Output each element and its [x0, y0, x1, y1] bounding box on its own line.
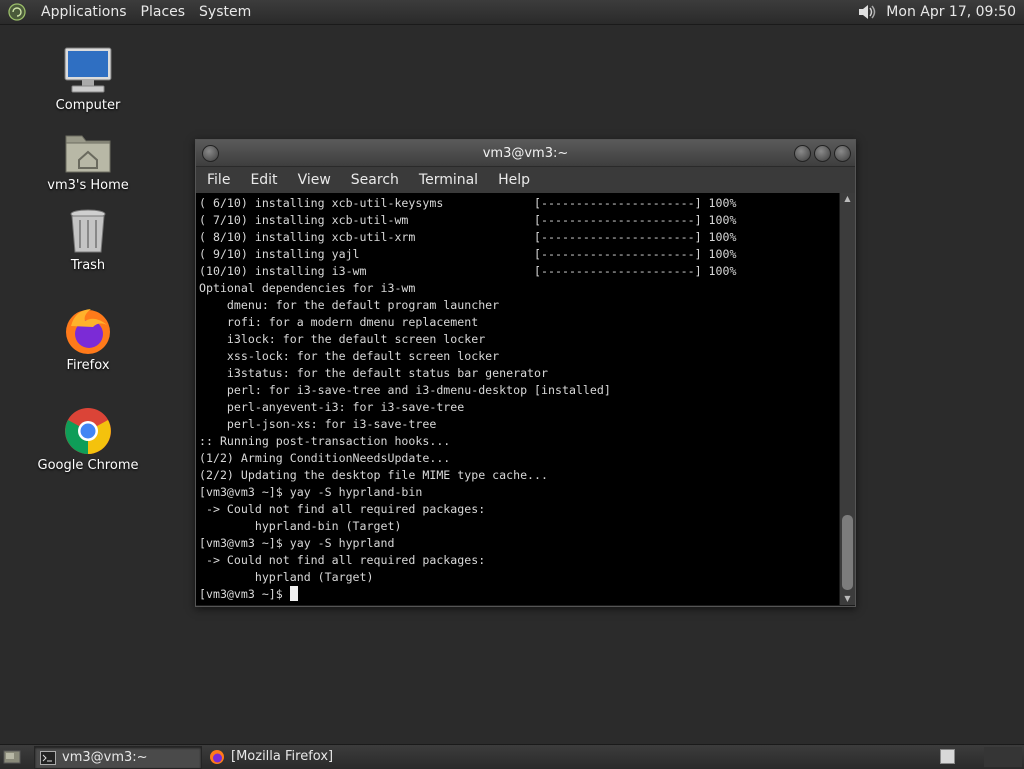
window-menu-button[interactable]: [202, 145, 219, 162]
terminal-line: (2/2) Updating the desktop file MIME typ…: [199, 468, 549, 482]
terminal-icon: [40, 750, 56, 765]
workspace-switcher[interactable]: [940, 749, 955, 764]
scroll-thumb[interactable]: [842, 515, 853, 590]
desktop-icon-computer[interactable]: Computer: [28, 46, 148, 113]
scroll-up-arrow-icon[interactable]: ▲: [840, 193, 855, 205]
terminal-line: :: Running post-transaction hooks...: [199, 434, 451, 448]
menu-applications[interactable]: Applications: [34, 0, 134, 24]
terminal-prompt: [vm3@vm3 ~]$: [199, 587, 290, 601]
workspace-area[interactable]: [984, 747, 1022, 767]
taskbar-item-firefox[interactable]: [Mozilla Firefox]: [204, 746, 374, 767]
terminal-line: hyprland (Target): [254, 570, 374, 584]
terminal-lines: ( 6/10) installing xcb-util-keysyms [---…: [199, 196, 736, 584]
desktop-icon-label: Trash: [70, 258, 106, 273]
terminal-line: hyprland-bin (Target): [254, 519, 402, 533]
chrome-icon: [65, 408, 111, 454]
desktop-icon-trash[interactable]: Trash: [28, 208, 148, 273]
window-titlebar[interactable]: vm3@vm3:~: [196, 140, 855, 167]
menu-search[interactable]: Search: [341, 167, 409, 193]
terminal-line: perl-json-xs: for i3-save-tree: [226, 417, 437, 431]
terminal-output[interactable]: ( 6/10) installing xcb-util-keysyms [---…: [196, 193, 839, 605]
text-cursor: [289, 586, 298, 601]
scroll-down-arrow-icon[interactable]: ▼: [840, 593, 855, 605]
menu-system[interactable]: System: [192, 0, 258, 24]
desktop-icon-label: Firefox: [66, 358, 110, 373]
terminal-line: rofi: for a modern dmenu replacement: [226, 315, 479, 329]
terminal-line: ( 6/10) installing xcb-util-keysyms [---…: [199, 196, 737, 210]
desktop-icon-label: Google Chrome: [37, 458, 139, 473]
terminal-line: ( 7/10) installing xcb-util-wm [--------…: [199, 213, 737, 227]
menu-view[interactable]: View: [288, 167, 341, 193]
taskbar-item-label: [Mozilla Firefox]: [231, 749, 334, 764]
terminal-line: Optional dependencies for i3-wm: [199, 281, 416, 295]
terminal-line: [vm3@vm3 ~]$ yay -S hyprland-bin: [199, 485, 423, 499]
minimize-button[interactable]: [794, 145, 811, 162]
desktop-icon-chrome[interactable]: Google Chrome: [28, 406, 148, 473]
terminal-line: -> Could not find all required packages:: [205, 502, 486, 516]
terminal-line: [vm3@vm3 ~]$ yay -S hyprland: [199, 536, 395, 550]
terminal-scrollbar[interactable]: ▲ ▼: [840, 193, 855, 605]
window-title: vm3@vm3:~: [482, 145, 569, 161]
firefox-icon: [66, 309, 110, 354]
menu-file[interactable]: File: [196, 167, 240, 193]
distro-logo-icon[interactable]: [8, 3, 26, 21]
terminal-line: i3lock: for the default screen locker: [226, 332, 486, 346]
firefox-icon: [210, 749, 224, 764]
terminal-line: i3status: for the default status bar gen…: [226, 366, 549, 380]
terminal-line: (10/10) installing i3-wm [--------------…: [199, 264, 737, 278]
top-panel: Applications Places System Mon Apr 17, 0…: [0, 0, 1024, 25]
clock[interactable]: Mon Apr 17, 09:50: [886, 4, 1024, 20]
home-folder-icon: [65, 135, 111, 173]
menu-help[interactable]: Help: [488, 167, 540, 193]
computer-icon: [64, 47, 112, 93]
volume-icon[interactable]: [856, 2, 878, 22]
terminal-line: perl: for i3-save-tree and i3-dmenu-desk…: [226, 383, 611, 397]
desktop-icon-home[interactable]: vm3's Home: [28, 128, 148, 193]
taskbar-item-terminal[interactable]: vm3@vm3:~: [34, 746, 202, 769]
terminal-line: (1/2) Arming ConditionNeedsUpdate...: [199, 451, 451, 465]
maximize-button[interactable]: [814, 145, 831, 162]
terminal-line: ( 9/10) installing yajl [---------------…: [199, 247, 737, 261]
terminal-line: -> Could not find all required packages:: [205, 553, 486, 567]
menu-places[interactable]: Places: [134, 0, 193, 24]
terminal-menubar: File Edit View Search Terminal Help: [196, 167, 855, 193]
desktop-icon-firefox[interactable]: Firefox: [28, 306, 148, 373]
terminal-line: xss-lock: for the default screen locker: [226, 349, 500, 363]
terminal-window[interactable]: vm3@vm3:~ File Edit View Search Terminal…: [195, 139, 856, 607]
desktop-icon-label: vm3's Home: [47, 178, 129, 193]
desktop-icon-label: Computer: [55, 98, 121, 113]
show-desktop-icon[interactable]: [3, 749, 21, 765]
bottom-panel: vm3@vm3:~ [Mozilla Firefox]: [0, 744, 1024, 769]
terminal-line: ( 8/10) installing xcb-util-xrm [-------…: [199, 230, 737, 244]
terminal-line: dmenu: for the default program launcher: [226, 298, 500, 312]
taskbar-item-label: vm3@vm3:~: [62, 750, 148, 765]
terminal-line: perl-anyevent-i3: for i3-save-tree: [226, 400, 465, 414]
menu-terminal[interactable]: Terminal: [409, 167, 488, 193]
trash-icon: [70, 209, 106, 253]
menu-edit[interactable]: Edit: [240, 167, 287, 193]
close-button[interactable]: [834, 145, 851, 162]
